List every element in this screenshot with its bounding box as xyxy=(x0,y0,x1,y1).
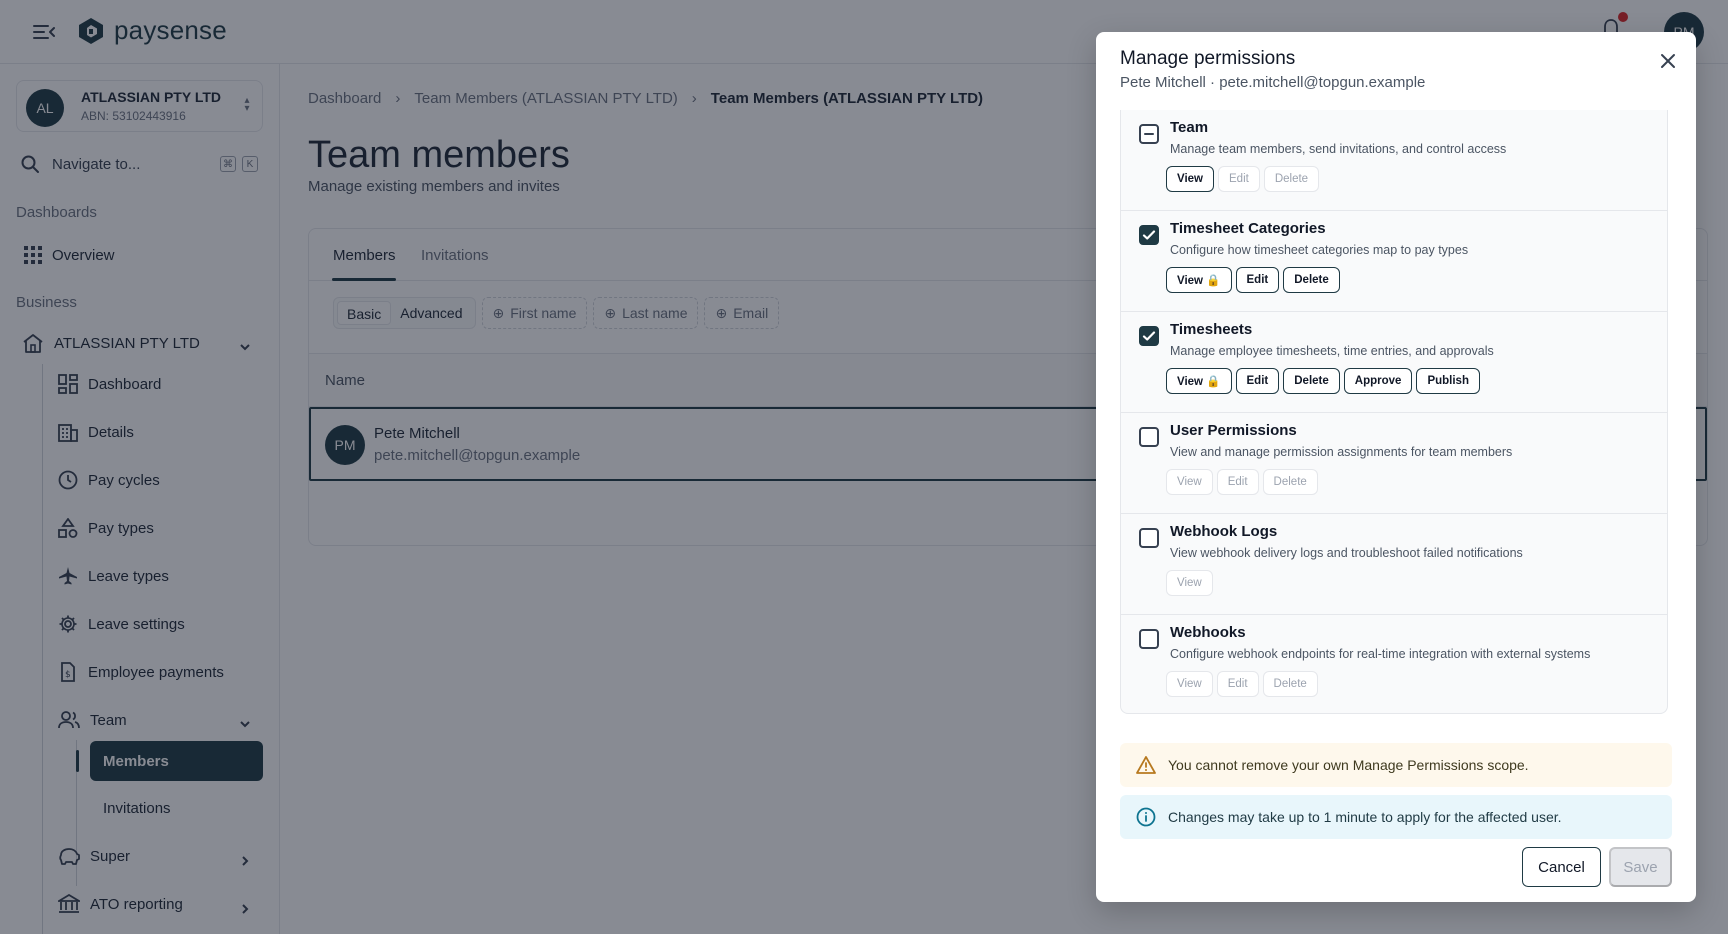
scope-approve-button[interactable]: Approve xyxy=(1343,368,1413,394)
scope-view-button[interactable]: View 🔒 xyxy=(1166,267,1232,293)
permission-row: Team Manage team members, send invitation… xyxy=(1121,110,1667,211)
permission-scope-buttons: View Edit Delete xyxy=(1166,671,1318,697)
permission-row: Timesheets Manage employee timesheets, ti… xyxy=(1121,312,1667,413)
scope-view-button[interactable]: View xyxy=(1166,166,1214,192)
permission-checkbox[interactable] xyxy=(1139,629,1159,649)
permission-row: User Permissions View and manage permissi… xyxy=(1121,413,1667,514)
permission-scope-buttons: View Edit Delete xyxy=(1166,166,1320,192)
permission-checkbox[interactable] xyxy=(1139,124,1159,144)
permission-row: Webhook Logs View webhook delivery logs a… xyxy=(1121,514,1667,615)
scope-view-button[interactable]: View xyxy=(1166,469,1213,495)
permission-name: Webhooks xyxy=(1170,624,1246,641)
permission-name: Timesheets xyxy=(1170,321,1253,338)
checkmark-icon xyxy=(1142,331,1156,341)
permission-row: Timesheet Categories Configure how timesh… xyxy=(1121,211,1667,312)
scope-publish-button[interactable]: Publish xyxy=(1416,368,1480,394)
permission-list: Team Manage team members, send invitation… xyxy=(1120,110,1668,714)
scope-delete-button[interactable]: Delete xyxy=(1283,368,1340,394)
info-text: Changes may take up to 1 minute to apply… xyxy=(1168,809,1562,825)
scope-edit-button[interactable]: Edit xyxy=(1235,267,1280,293)
permission-description: Configure how timesheet categories map t… xyxy=(1170,243,1469,257)
permission-description: Manage employee timesheets, time entries… xyxy=(1170,344,1494,358)
scope-delete-button[interactable]: Delete xyxy=(1262,469,1318,495)
scope-view-button[interactable]: View xyxy=(1166,570,1213,596)
dialog-subtitle: Pete Mitchell · pete.mitchell@topgun.exa… xyxy=(1120,74,1426,91)
dialog-title: Manage permissions xyxy=(1120,48,1296,69)
info-icon xyxy=(1136,807,1156,827)
permission-checkbox[interactable] xyxy=(1139,225,1159,245)
scope-edit-button[interactable]: Edit xyxy=(1216,469,1259,495)
scope-edit-button[interactable]: Edit xyxy=(1235,368,1280,394)
permission-checkbox[interactable] xyxy=(1139,427,1159,447)
permission-scope-buttons: View 🔒 Edit Delete xyxy=(1166,267,1340,293)
permission-description: View webhook delivery logs and troublesh… xyxy=(1170,546,1523,560)
scope-delete-button[interactable]: Delete xyxy=(1283,267,1340,293)
minus-icon xyxy=(1144,133,1154,135)
permission-description: Manage team members, send invitations, a… xyxy=(1170,142,1507,156)
permission-description: View and manage permission assignments f… xyxy=(1170,445,1513,459)
permission-scope-buttons: View xyxy=(1166,570,1213,596)
scope-edit-button[interactable]: Edit xyxy=(1216,671,1259,697)
manage-permissions-dialog: Manage permissions Pete Mitchell · pete.… xyxy=(1096,32,1696,902)
permission-scope-buttons: View Edit Delete xyxy=(1166,469,1318,495)
cancel-button[interactable]: Cancel xyxy=(1522,847,1601,887)
scope-view-button[interactable]: View xyxy=(1166,671,1213,697)
scope-delete-button[interactable]: Delete xyxy=(1262,671,1318,697)
warning-icon xyxy=(1136,756,1156,774)
permission-scope-buttons: View 🔒 Edit Delete Approve Publish xyxy=(1166,368,1480,394)
warning-alert: You cannot remove your own Manage Permis… xyxy=(1120,743,1672,787)
scope-view-button[interactable]: View 🔒 xyxy=(1166,368,1232,394)
info-alert: Changes may take up to 1 minute to apply… xyxy=(1120,795,1672,839)
save-button[interactable]: Save xyxy=(1609,847,1672,887)
permission-name: Team xyxy=(1170,119,1209,136)
close-icon[interactable] xyxy=(1657,50,1679,72)
permission-checkbox[interactable] xyxy=(1139,528,1159,548)
checkmark-icon xyxy=(1142,230,1156,240)
permission-row: Webhooks Configure webhook endpoints for … xyxy=(1121,615,1667,713)
permission-checkbox[interactable] xyxy=(1139,326,1159,346)
permission-description: Configure webhook endpoints for real-tim… xyxy=(1170,647,1591,661)
warning-text: You cannot remove your own Manage Permis… xyxy=(1168,757,1529,773)
permission-name: Timesheet Categories xyxy=(1170,220,1326,237)
scope-edit-button[interactable]: Edit xyxy=(1218,166,1260,192)
permission-name: User Permissions xyxy=(1170,422,1297,439)
scope-delete-button[interactable]: Delete xyxy=(1263,166,1320,192)
permission-name: Webhook Logs xyxy=(1170,523,1278,540)
